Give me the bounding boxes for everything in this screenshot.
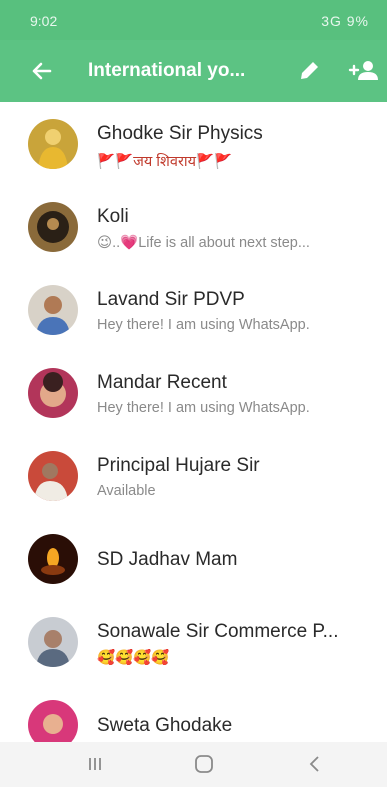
home-icon — [195, 755, 213, 773]
contact-name: Lavand Sir PDVP — [97, 289, 245, 310]
avatar — [28, 534, 78, 584]
contact-status: 🚩🚩जय शिवराय🚩🚩 — [97, 154, 233, 170]
contact-name: SD Jadhav Mam — [97, 549, 238, 570]
recents-button[interactable] — [80, 750, 110, 778]
add-person-icon — [348, 61, 378, 80]
contact-row[interactable]: Koli 😉..💗Life is all about next step... — [0, 185, 387, 268]
contact-status: Hey there! I am using WhatsApp. — [97, 400, 310, 416]
nav-back-icon — [309, 756, 319, 772]
home-button[interactable] — [189, 750, 219, 778]
contact-name: Sonawale Sir Commerce P... — [97, 621, 339, 642]
contact-status: Hey there! I am using WhatsApp. — [97, 317, 310, 333]
app-bar: International yo... — [0, 40, 387, 102]
contact-name: Principal Hujare Sir — [97, 455, 260, 476]
avatar — [28, 700, 78, 742]
recents-icon — [89, 758, 101, 770]
contact-status: 😉..💗Life is all about next step... — [97, 235, 310, 251]
contact-name: Koli — [97, 206, 129, 227]
system-nav-bar — [0, 742, 387, 787]
edit-button[interactable] — [292, 54, 326, 88]
contact-row[interactable]: Mandar Recent Hey there! I am using What… — [0, 351, 387, 434]
contact-name: Ghodke Sir Physics — [97, 123, 263, 144]
contact-name: Mandar Recent — [97, 372, 227, 393]
nav-back-button[interactable] — [300, 750, 330, 778]
contact-status: 🥰🥰🥰🥰 — [97, 650, 170, 666]
contact-name: Sweta Ghodake — [97, 715, 233, 736]
avatar — [28, 368, 78, 418]
contact-row[interactable]: SD Jadhav Mam — [0, 517, 387, 600]
contact-row[interactable]: Sweta Ghodake — [0, 683, 387, 742]
contact-status: Available — [97, 483, 156, 499]
contact-row[interactable]: Ghodke Sir Physics 🚩🚩जय शिवराय🚩🚩 — [0, 102, 387, 185]
add-participant-button[interactable] — [344, 54, 382, 88]
arrow-left-icon — [32, 62, 52, 80]
contact-row[interactable]: Lavand Sir PDVP Hey there! I am using Wh… — [0, 268, 387, 351]
pencil-icon — [301, 62, 318, 79]
contact-row[interactable]: Principal Hujare Sir Available — [0, 434, 387, 517]
contact-list[interactable]: Ghodke Sir Physics 🚩🚩जय शिवराय🚩🚩 Koli 😉.… — [0, 102, 387, 742]
avatar — [28, 285, 78, 335]
contact-row[interactable]: Sonawale Sir Commerce P... 🥰🥰🥰🥰 — [0, 600, 387, 683]
status-bar: 9:02 3G 9% — [0, 0, 387, 40]
status-time: 9:02 — [30, 13, 58, 29]
avatar — [28, 202, 78, 252]
avatar — [28, 617, 78, 667]
avatar — [28, 119, 78, 169]
back-button[interactable] — [22, 54, 62, 88]
avatar — [28, 451, 78, 501]
group-title[interactable]: International yo... — [88, 60, 245, 82]
status-system-indicators: 3G 9% — [321, 13, 369, 29]
